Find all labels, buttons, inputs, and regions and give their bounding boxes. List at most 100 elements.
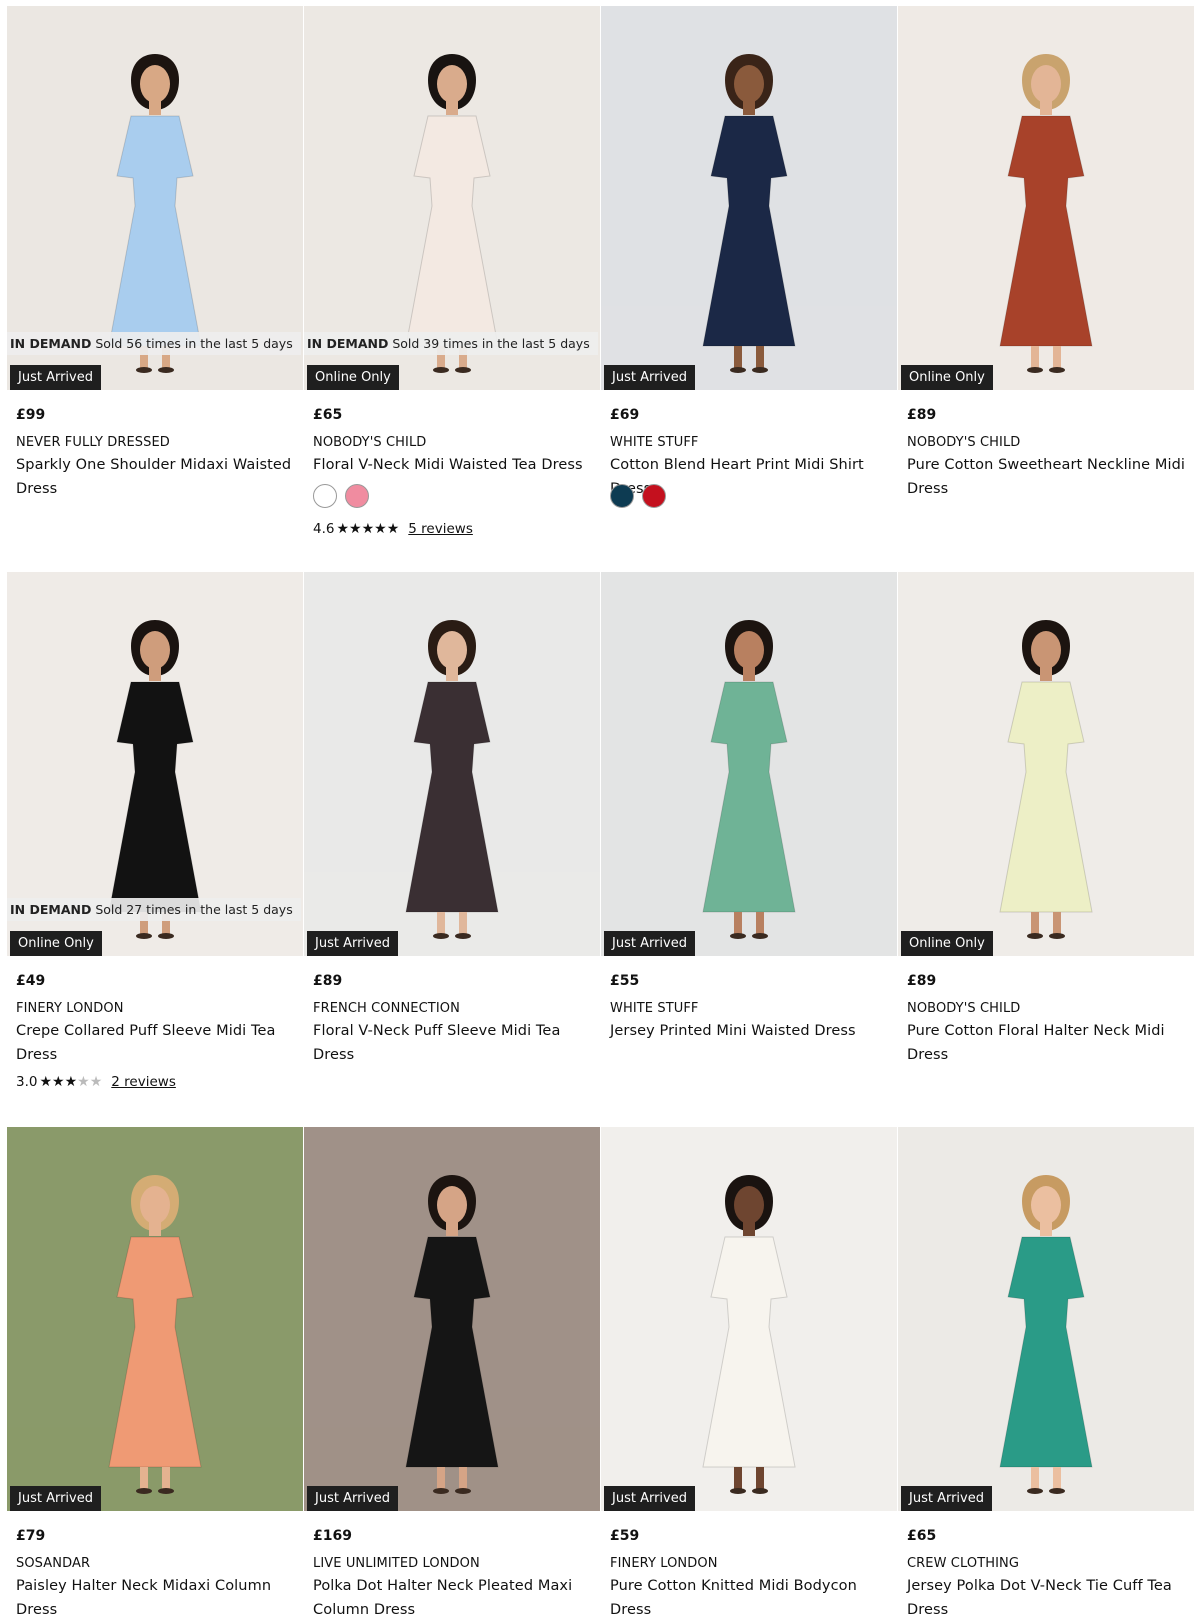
product-photo [898, 1127, 1194, 1511]
in-demand-banner: IN DEMAND Sold 27 times in the last 5 da… [7, 898, 301, 921]
star-rating: ★ ★ ★ ★ ★ [336, 521, 399, 537]
colour-swatch[interactable] [345, 484, 369, 508]
product-card[interactable]: IN DEMAND Sold 39 times in the last 5 da… [304, 6, 600, 537]
product-photo [304, 1127, 600, 1511]
product-title[interactable]: Polka Dot Halter Neck Pleated Maxi Colum… [313, 1575, 598, 1622]
product-card[interactable]: Just Arrived £69 WHITE STUFF Cotton Blend H… [601, 6, 897, 508]
star-icon: ★ [39, 1074, 53, 1090]
product-card[interactable]: Just Arrived £169 LIVE UNLIMITED LONDON Pol… [304, 1127, 600, 1618]
product-image[interactable]: Just Arrived [601, 1127, 897, 1511]
product-brand: WHITE STUFF [610, 1001, 699, 1016]
product-image[interactable]: Just Arrived [304, 1127, 600, 1511]
status-badge: Just Arrived [10, 1486, 101, 1511]
product-image[interactable]: Online Only [898, 572, 1194, 956]
product-image[interactable]: Just Arrived [304, 572, 600, 956]
star-rating: ★ ★ ★ ★ ★ [39, 1074, 102, 1090]
product-image[interactable]: Just Arrived [601, 572, 897, 956]
product-image[interactable]: IN DEMAND Sold 56 times in the last 5 da… [7, 6, 303, 390]
rating-value: 3.0 [16, 1074, 38, 1090]
product-title[interactable]: Crepe Collared Puff Sleeve Midi Tea Dres… [16, 1020, 301, 1067]
product-title[interactable]: Jersey Printed Mini Waisted Dress [610, 1020, 895, 1044]
product-title[interactable]: Paisley Halter Neck Midaxi Column Dress [16, 1575, 301, 1622]
product-title[interactable]: Sparkly One Shoulder Midaxi Waisted Dres… [16, 454, 301, 501]
product-price: £49 [16, 973, 46, 989]
star-icon: ★ [77, 1074, 90, 1090]
in-demand-label: IN DEMAND [307, 336, 389, 351]
colour-swatch[interactable] [610, 484, 634, 508]
product-image[interactable]: IN DEMAND Sold 27 times in the last 5 da… [7, 572, 303, 956]
product-price: £65 [313, 407, 343, 423]
product-card[interactable]: Just Arrived £55 WHITE STUFF Jersey Printed… [601, 572, 897, 1039]
product-title[interactable]: Pure Cotton Floral Halter Neck Midi Dres… [907, 1020, 1192, 1067]
star-icon: ★ [349, 521, 362, 537]
colour-swatch[interactable] [642, 484, 666, 508]
product-photo [601, 6, 897, 390]
star-icon: ★ [89, 1074, 103, 1090]
product-photo [601, 572, 897, 956]
product-image[interactable]: Online Only [898, 6, 1194, 390]
product-price: £169 [313, 1528, 352, 1544]
product-brand: NOBODY'S CHILD [907, 1001, 1021, 1016]
product-brand: NOBODY'S CHILD [907, 435, 1021, 450]
star-icon: ★ [361, 521, 375, 537]
product-card[interactable]: Online Only £89 NOBODY'S CHILD Pure Cotton … [898, 6, 1194, 497]
product-card[interactable]: Just Arrived £79 SOSANDAR Paisley Halter Ne… [7, 1127, 303, 1618]
product-brand: FINERY LONDON [16, 1001, 124, 1016]
in-demand-banner: IN DEMAND Sold 39 times in the last 5 da… [304, 332, 598, 355]
product-card[interactable]: Just Arrived £65 CREW CLOTHING Jersey Polka… [898, 1127, 1194, 1618]
status-badge: Online Only [901, 365, 993, 390]
in-demand-label: IN DEMAND [10, 336, 92, 351]
product-photo [601, 1127, 897, 1511]
product-card[interactable]: Just Arrived £89 FRENCH CONNECTION Floral V… [304, 572, 600, 1063]
product-brand: LIVE UNLIMITED LONDON [313, 1556, 480, 1571]
star-icon: ★ [52, 1074, 65, 1090]
product-image[interactable]: Just Arrived [7, 1127, 303, 1511]
product-price: £99 [16, 407, 46, 423]
product-brand: WHITE STUFF [610, 435, 699, 450]
product-card[interactable]: IN DEMAND Sold 27 times in the last 5 da… [7, 572, 303, 1090]
product-title[interactable]: Pure Cotton Knitted Midi Bodycon Dress [610, 1575, 895, 1622]
product-title[interactable]: Jersey Polka Dot V-Neck Tie Cuff Tea Dre… [907, 1575, 1192, 1622]
product-price: £79 [16, 1528, 46, 1544]
product-title[interactable]: Floral V-Neck Midi Waisted Tea Dress [313, 454, 598, 478]
status-badge: Just Arrived [307, 1486, 398, 1511]
product-price: £69 [610, 407, 640, 423]
product-title[interactable]: Floral V-Neck Puff Sleeve Midi Tea Dress [313, 1020, 598, 1067]
product-image[interactable]: Just Arrived [601, 6, 897, 390]
reviews-link[interactable]: 2 reviews [111, 1074, 176, 1090]
product-card[interactable]: Online Only £89 NOBODY'S CHILD Pure Cotton … [898, 572, 1194, 1063]
in-demand-banner: IN DEMAND Sold 56 times in the last 5 da… [7, 332, 301, 355]
product-card[interactable]: Just Arrived £59 FINERY LONDON Pure Cotton … [601, 1127, 897, 1618]
status-badge: Online Only [901, 931, 993, 956]
product-card[interactable]: IN DEMAND Sold 56 times in the last 5 da… [7, 6, 303, 497]
product-brand: CREW CLOTHING [907, 1556, 1020, 1571]
product-image[interactable]: IN DEMAND Sold 39 times in the last 5 da… [304, 6, 600, 390]
star-icon: ★ [336, 521, 350, 537]
in-demand-text: Sold 39 times in the last 5 days [392, 336, 590, 351]
product-price: £59 [610, 1528, 640, 1544]
colour-swatches [313, 484, 369, 508]
product-price: £65 [907, 1528, 937, 1544]
status-badge: Just Arrived [604, 365, 695, 390]
product-brand: NEVER FULLY DRESSED [16, 435, 170, 450]
in-demand-label: IN DEMAND [10, 902, 92, 917]
product-photo [898, 6, 1194, 390]
product-title[interactable]: Pure Cotton Sweetheart Neckline Midi Dre… [907, 454, 1192, 501]
product-photo [7, 1127, 303, 1511]
colour-swatch[interactable] [313, 484, 337, 508]
product-brand: FINERY LONDON [610, 1556, 718, 1571]
status-badge: Just Arrived [10, 365, 101, 390]
product-price: £55 [610, 973, 640, 989]
star-icon: ★ [64, 1074, 78, 1090]
colour-swatches [610, 484, 666, 508]
product-image[interactable]: Just Arrived [898, 1127, 1194, 1511]
status-badge: Online Only [307, 365, 399, 390]
reviews-link[interactable]: 5 reviews [408, 521, 473, 537]
rating-row: 4.6 ★ ★ ★ ★ ★ 5 reviews [313, 521, 473, 537]
product-brand: SOSANDAR [16, 1556, 91, 1571]
product-price: £89 [907, 407, 937, 423]
product-brand: NOBODY'S CHILD [313, 435, 427, 450]
product-photo [898, 572, 1194, 956]
product-photo [304, 572, 600, 956]
status-badge: Just Arrived [604, 931, 695, 956]
